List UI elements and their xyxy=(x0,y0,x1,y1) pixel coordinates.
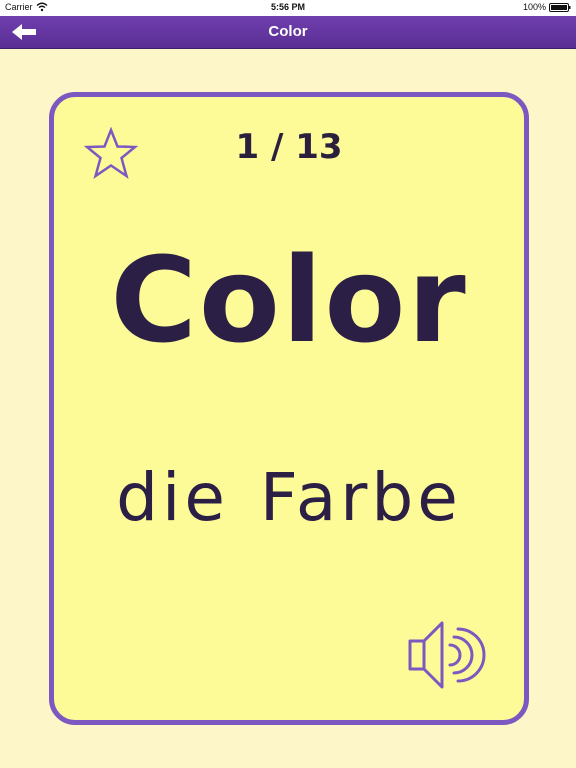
nav-title: Color xyxy=(268,23,308,40)
speaker-icon[interactable] xyxy=(406,615,492,695)
status-bar: Carrier 5:56 PM 100% xyxy=(0,0,576,16)
card-counter: 1 / 13 xyxy=(235,127,343,167)
flashcard[interactable]: 1 / 13 Color die Farbe xyxy=(49,92,529,725)
battery-percent: 100% xyxy=(522,2,546,12)
card-translation: die Farbe xyxy=(116,459,462,536)
status-right: 100% xyxy=(523,2,571,12)
card-term: Color xyxy=(110,231,468,369)
nav-bar: Color xyxy=(0,16,576,49)
status-time: 5:56 PM xyxy=(270,2,305,12)
battery-icon xyxy=(549,2,571,12)
